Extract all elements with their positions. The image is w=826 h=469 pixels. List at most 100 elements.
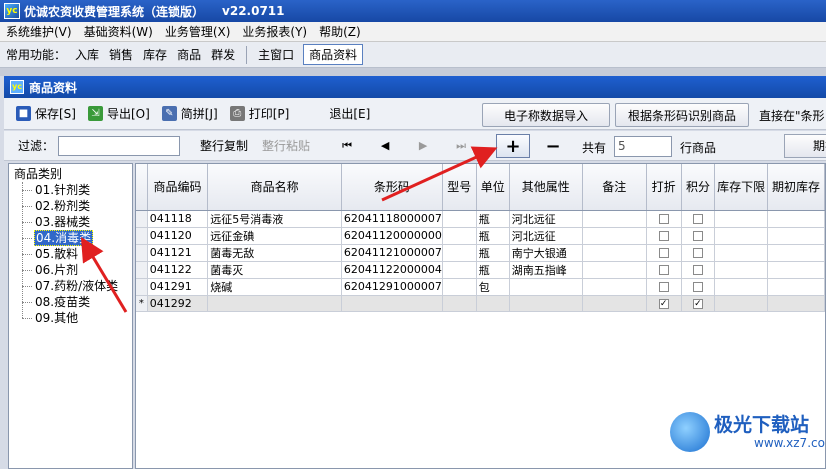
cell-attribute[interactable]: 河北远征 [509, 227, 583, 245]
tree-item-vaccines[interactable]: 08.疫苗类 [14, 294, 132, 310]
discount-checkbox[interactable] [658, 265, 669, 275]
cell-opening-stock[interactable] [767, 278, 825, 296]
cell-code[interactable]: 041121 [147, 244, 209, 262]
cell-code[interactable]: 041292 [147, 295, 209, 312]
cell-note[interactable] [582, 227, 647, 245]
cell-min-stock[interactable] [714, 227, 768, 245]
points-checkbox[interactable] [692, 214, 703, 224]
cell-model[interactable] [442, 261, 477, 279]
cell-note[interactable] [582, 244, 647, 262]
discount-checkbox[interactable] [658, 248, 669, 258]
filter-input[interactable] [58, 135, 181, 156]
cell-min-stock[interactable] [714, 261, 768, 279]
column-header[interactable]: 条形码 [341, 164, 443, 211]
discount-checkbox[interactable] [658, 214, 669, 224]
tab-product-data[interactable]: 商品资料 [303, 44, 364, 65]
cell-model[interactable] [442, 278, 477, 296]
cell-note[interactable] [582, 278, 647, 296]
menu-business-management[interactable]: 业务管理(X) [159, 23, 237, 40]
add-row-button[interactable]: + [496, 134, 530, 158]
cell-min-stock[interactable] [714, 210, 768, 228]
column-header[interactable]: 打折 [646, 164, 682, 211]
quick-item-sales[interactable]: 销售 [104, 46, 138, 63]
menu-business-reports[interactable]: 业务报表(Y) [236, 23, 313, 40]
row-indicator[interactable] [136, 244, 148, 262]
exit-button[interactable]: 退出[E] [329, 105, 370, 122]
column-header[interactable]: 商品编码 [147, 164, 209, 211]
column-header[interactable]: 期初库存 [767, 164, 825, 211]
column-header[interactable]: 单位 [476, 164, 510, 211]
cell-name[interactable]: 烧碱 [207, 278, 342, 296]
cell-barcode[interactable]: 62041122000004 [341, 261, 443, 279]
cell-opening-stock[interactable] [767, 261, 825, 279]
cell-name[interactable]: 菌毒灭 [207, 261, 342, 279]
menu-system-maintenance[interactable]: 系统维护(V) [0, 23, 78, 40]
cell-unit[interactable]: 瓶 [476, 261, 510, 279]
cell-barcode[interactable]: 62041121000007 [341, 244, 443, 262]
table-row[interactable]: 041118 远征5号消毒液 62041118000007 瓶 河北远征 [136, 210, 825, 228]
cell-opening-stock[interactable] [767, 227, 825, 245]
tree-item-disinfectants[interactable]: 04.消毒类 [14, 230, 132, 246]
table-row[interactable]: 041121 菌毒无敌 62041121000007 瓶 南宁大银通 [136, 244, 825, 262]
tree-item-bulk[interactable]: 05.散料 [14, 246, 132, 262]
cell-unit[interactable]: 瓶 [476, 227, 510, 245]
cell-model[interactable] [442, 295, 477, 312]
table-row[interactable]: 041291 烧碱 62041291000007 包 [136, 278, 825, 296]
cell-note[interactable] [582, 295, 647, 312]
cell-unit[interactable] [476, 295, 510, 312]
last-record-icon[interactable]: ⏭ [452, 139, 470, 153]
points-checkbox[interactable] [692, 248, 703, 258]
tab-main-window[interactable]: 主窗口 [253, 45, 299, 64]
quick-item-mass-send[interactable]: 群发 [206, 46, 240, 63]
scale-data-import-button[interactable]: 电子称数据导入 [482, 103, 610, 127]
pinyin-button[interactable]: ✎ 简拼[J] [161, 105, 218, 122]
cell-attribute[interactable]: 南宁大银通 [509, 244, 583, 262]
row-indicator[interactable] [136, 261, 148, 279]
cell-unit[interactable]: 包 [476, 278, 510, 296]
column-header[interactable]: 商品名称 [207, 164, 342, 211]
previous-record-icon[interactable]: ◀ [376, 139, 394, 152]
table-row[interactable]: 041120 远征金碘 62041120000000 瓶 河北远征 [136, 227, 825, 245]
column-header[interactable]: 型号 [442, 164, 477, 211]
points-checkbox[interactable] [692, 282, 703, 292]
cell-model[interactable] [442, 210, 477, 228]
cell-opening-stock[interactable] [767, 244, 825, 262]
cell-attribute[interactable]: 河北远征 [509, 210, 583, 228]
cell-unit[interactable]: 瓶 [476, 210, 510, 228]
table-row[interactable]: 041122 菌毒灭 62041122000004 瓶 湖南五指峰 [136, 261, 825, 279]
points-checkbox[interactable] [692, 231, 703, 241]
row-indicator[interactable] [136, 210, 148, 228]
copy-row-button[interactable]: 整行复制 [200, 137, 248, 154]
tree-item-powder-liquid[interactable]: 07.药粉/液体类 [14, 278, 132, 294]
column-header[interactable]: 库存下限 [714, 164, 768, 211]
cell-name[interactable]: 远征金碘 [207, 227, 342, 245]
column-header[interactable]: 积分 [681, 164, 716, 211]
tree-item-equipment[interactable]: 03.器械类 [14, 214, 132, 230]
cell-code[interactable]: 041122 [147, 261, 209, 279]
cell-attribute[interactable]: 湖南五指峰 [509, 261, 583, 279]
barcode-identify-button[interactable]: 根据条形码识别商品 [615, 103, 749, 127]
quick-item-inventory[interactable]: 库存 [138, 46, 172, 63]
cell-barcode[interactable]: 62041291000007 [341, 278, 443, 296]
cell-barcode[interactable]: 62041120000000 [341, 227, 443, 245]
next-record-icon[interactable]: ▶ [414, 139, 432, 152]
quick-item-products[interactable]: 商品 [172, 46, 206, 63]
tree-root[interactable]: 商品类别 [14, 166, 132, 182]
cell-name[interactable] [207, 295, 342, 312]
cell-name[interactable]: 菌毒无敌 [207, 244, 342, 262]
quick-item-stock-in[interactable]: 入库 [70, 46, 104, 63]
export-button[interactable]: ⇲ 导出[O] [87, 105, 150, 122]
cell-code[interactable]: 041118 [147, 210, 209, 228]
cell-min-stock[interactable] [714, 295, 768, 312]
cell-opening-stock[interactable] [767, 210, 825, 228]
column-header[interactable]: 备注 [582, 164, 647, 211]
print-button[interactable]: ⎙ 打印[P] [229, 105, 289, 122]
save-button[interactable]: ■ 保存[S] [16, 105, 76, 122]
menu-help[interactable]: 帮助(Z) [313, 23, 367, 40]
discount-checkbox[interactable] [658, 282, 669, 292]
cell-min-stock[interactable] [714, 278, 768, 296]
row-indicator[interactable] [136, 278, 148, 296]
paste-row-button[interactable]: 整行粘贴 [262, 137, 310, 154]
opening-period-button[interactable]: 期初 [784, 134, 826, 158]
cell-code[interactable]: 041291 [147, 278, 209, 296]
